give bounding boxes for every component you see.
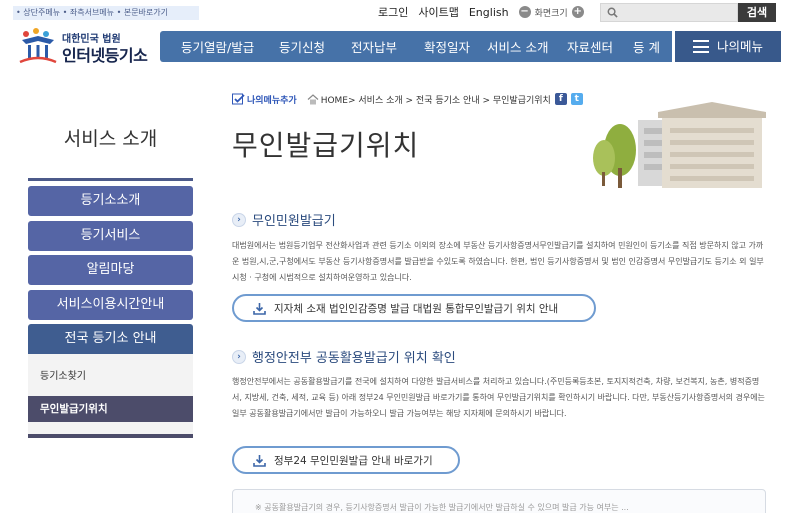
nav-item-service-intro[interactable]: 서비스 소개 bbox=[487, 37, 548, 56]
site-logo[interactable]: 대한민국 법원 인터넷등기소 bbox=[16, 26, 156, 66]
login-link[interactable]: 로그인 bbox=[378, 4, 408, 20]
sidebar-subitem-find-office[interactable]: 등기소찾기 bbox=[40, 367, 86, 382]
search-input[interactable] bbox=[621, 5, 735, 20]
home-icon bbox=[307, 93, 319, 104]
gov24-kiosk-link-button[interactable]: 정부24 무인민원발급 안내 바로가기 bbox=[232, 446, 460, 474]
sitemap-link[interactable]: 사이트맵 bbox=[418, 4, 458, 20]
zoom-control: − 화면크기 + bbox=[518, 6, 584, 19]
sidebar-title: 서비스 소개 bbox=[63, 128, 158, 150]
skip-links[interactable]: • 상단주메뉴 • 좌측서브메뉴 • 본문바로가기 bbox=[13, 6, 199, 20]
court-kiosk-location-button[interactable]: 지자체 소재 법인인감증명 발급 대법원 통합무인발급기 위치 안내 bbox=[232, 294, 596, 322]
notice-box: ※ 공동활용발급기의 경우, 등기사항증명서 발급이 가능한 발급기에서만 발급… bbox=[232, 489, 766, 513]
sidebar-divider bbox=[28, 178, 193, 181]
sidebar-item-registry-service[interactable]: 등기서비스 bbox=[28, 221, 193, 251]
nav-item-registry-view[interactable]: 등기열람/발급 bbox=[181, 37, 254, 56]
nav-item-stats[interactable]: 등 계 bbox=[633, 37, 660, 56]
zoom-out-button[interactable]: − bbox=[518, 6, 531, 18]
breadcrumb-path: HOME> 서비스 소개 > 전국 등기소 안내 > 무인발급기위치 bbox=[320, 95, 551, 106]
search-icon bbox=[607, 7, 618, 18]
check-icon bbox=[232, 93, 245, 105]
chevron-right-icon: › bbox=[232, 212, 246, 227]
logo-title: 인터넷등기소 bbox=[62, 46, 148, 65]
nav-item-e-payment[interactable]: 전자납부 bbox=[351, 37, 397, 56]
button-label: 지자체 소재 법인인감증명 발급 대법원 통합무인발급기 위치 안내 bbox=[274, 302, 559, 315]
section-heading-kiosk: › 무인민원발급기 bbox=[232, 210, 336, 229]
add-my-menu-link[interactable]: 나의메뉴추가 bbox=[247, 93, 297, 106]
section-heading-text: 무인민원발급기 bbox=[252, 214, 336, 229]
search-button[interactable]: 검색 bbox=[738, 3, 776, 22]
my-menu-label: 나의메뉴 bbox=[717, 39, 764, 54]
my-menu-button[interactable]: 나의메뉴 bbox=[675, 31, 781, 62]
sidebar-item-registry-intro[interactable]: 등기소소개 bbox=[28, 186, 193, 216]
section-heading-shared-kiosk: › 행정안전부 공동활용발급기 위치 확인 bbox=[232, 347, 456, 366]
sidebar-item-registry-offices[interactable]: 전국 등기소 안내 bbox=[28, 324, 193, 355]
twitter-icon[interactable]: t bbox=[570, 93, 583, 105]
sidebar-item-notice[interactable]: 알림마당 bbox=[28, 255, 193, 285]
utility-nav: 로그인 사이트맵 English − 화면크기 + bbox=[378, 4, 584, 20]
building-illustration-icon bbox=[593, 102, 766, 188]
chevron-right-icon: › bbox=[232, 349, 246, 364]
nav-item-registry-apply[interactable]: 등기신청 bbox=[279, 37, 325, 56]
zoom-label: 화면크기 bbox=[534, 8, 568, 19]
button-label: 정부24 무인민원발급 안내 바로가기 bbox=[274, 454, 433, 467]
english-link[interactable]: English bbox=[469, 6, 509, 19]
sidebar-item-service-hours[interactable]: 서비스이용시간안내 bbox=[28, 290, 193, 320]
section-heading-text: 행정안전부 공동활용발급기 위치 확인 bbox=[252, 351, 456, 366]
hamburger-icon bbox=[693, 40, 709, 53]
main-nav: 등기열람/발급 등기신청 전자납부 확정일자 서비스 소개 자료센터 등 계 bbox=[160, 31, 672, 62]
section-body-kiosk: 대법원에서는 법원등기업무 전산화사업과 관련 등기소 이외의 장소에 부동산 … bbox=[232, 241, 764, 282]
breadcrumb: 나의메뉴추가 HOME> 서비스 소개 > 전국 등기소 안내 > 무인발급기위… bbox=[232, 92, 583, 106]
nav-item-resources[interactable]: 자료센터 bbox=[567, 37, 613, 56]
sidebar-subitem-kiosk-location[interactable]: 무인발급기위치 bbox=[28, 396, 193, 422]
notice-text: ※ 공동활용발급기의 경우, 등기사항증명서 발급이 가능한 발급기에서만 발급… bbox=[255, 503, 629, 512]
download-icon bbox=[253, 455, 266, 467]
zoom-in-button[interactable]: + bbox=[571, 6, 584, 18]
sidebar-submenu: 등기소찾기 무인발급기위치 bbox=[28, 354, 193, 438]
court-emblem-icon bbox=[19, 28, 57, 64]
search-box bbox=[600, 3, 738, 22]
page-title: 무인발급기위치 bbox=[232, 129, 420, 162]
facebook-icon[interactable]: f bbox=[554, 93, 567, 105]
section-body-shared-kiosk: 행정안전부에서는 공동활용발급기를 전국에 설치하여 다양한 발급서비스를 처리… bbox=[232, 377, 765, 418]
nav-item-fixed-date[interactable]: 확정일자 bbox=[424, 37, 470, 56]
download-icon bbox=[253, 303, 266, 315]
